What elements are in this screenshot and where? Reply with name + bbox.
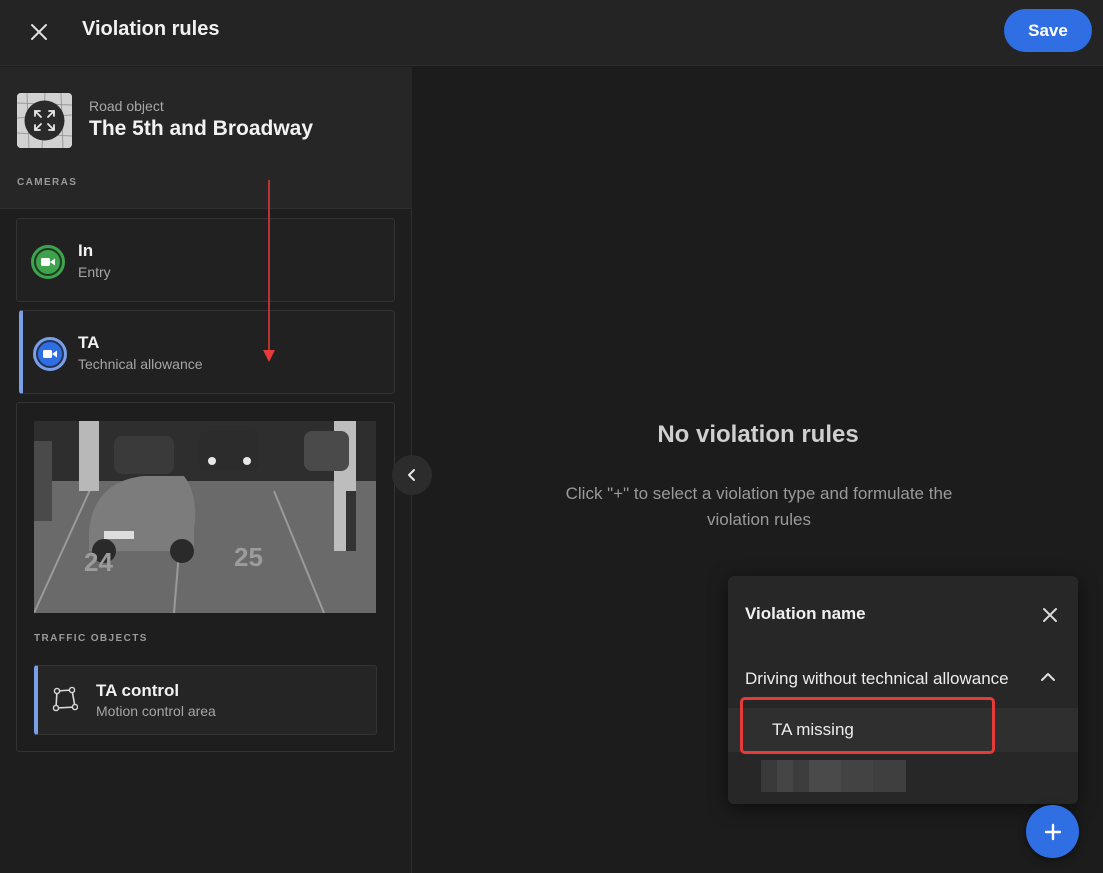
road-object-name: The 5th and Broadway	[89, 117, 314, 140]
violation-type-popup: Violation name Driving without technical…	[728, 576, 1078, 804]
violation-option-label: TA missing	[772, 720, 854, 739]
popup-close-button[interactable]	[1036, 601, 1064, 629]
camera-icon	[31, 245, 65, 279]
camera-preview-image: 24 25	[34, 421, 376, 613]
traffic-object-ta-control[interactable]: TA control Motion control area	[34, 665, 377, 735]
polygon-icon	[52, 686, 78, 712]
camera-item-in[interactable]: In Entry	[16, 218, 395, 302]
camera-subtitle: Entry	[78, 264, 111, 280]
empty-state-title: No violation rules	[657, 421, 859, 448]
road-object-label: Road object	[89, 98, 164, 114]
violation-group-row[interactable]: Driving without technical allowance	[728, 661, 1078, 697]
camera-title: In	[78, 241, 94, 260]
traffic-objects-section-label: TRAFFIC OBJECTS	[34, 633, 148, 644]
plus-icon	[1044, 823, 1061, 840]
popup-title: Violation name	[745, 604, 866, 623]
annotation-arrow	[263, 180, 275, 362]
empty-state-description: Click "+" to select a violation type and…	[565, 484, 953, 529]
camera-title: TA	[78, 333, 100, 352]
svg-text:24: 24	[84, 547, 113, 577]
chevron-up-icon	[1041, 673, 1055, 681]
camera-item-ta[interactable]: TA Technical allowance	[19, 310, 395, 394]
violation-option-blurred[interactable]	[728, 752, 1078, 796]
blurred-text	[761, 760, 906, 792]
camera-icon	[33, 337, 67, 371]
camera-subtitle: Technical allowance	[78, 356, 203, 372]
cameras-section-label: CAMERAS	[17, 177, 78, 188]
violation-group-label: Driving without technical allowance	[745, 669, 1009, 688]
page-title: Violation rules	[82, 18, 220, 40]
close-icon	[1043, 608, 1057, 622]
road-object-thumbnail	[17, 93, 72, 148]
collapse-panel-button[interactable]	[392, 455, 432, 495]
fullscreen-icon	[34, 110, 55, 131]
traffic-object-subtitle: Motion control area	[96, 703, 216, 719]
save-button[interactable]: Save	[1004, 9, 1092, 52]
svg-text:25: 25	[234, 542, 263, 572]
violation-option-ta-missing[interactable]: TA missing	[728, 708, 1078, 752]
left-panel: Road object The 5th and Broadway CAMERAS…	[0, 67, 412, 873]
top-bar: Violation rules Save	[0, 0, 1103, 66]
close-icon	[31, 24, 47, 40]
chevron-left-icon	[408, 469, 415, 481]
add-violation-button[interactable]	[1026, 805, 1079, 858]
road-object-header: Road object The 5th and Broadway CAMERAS	[0, 67, 412, 209]
camera-detail-panel: 24 25 TRAFFIC OBJECTS TA control Motion …	[16, 402, 395, 752]
close-button[interactable]	[22, 15, 56, 49]
traffic-object-title: TA control	[96, 681, 180, 700]
